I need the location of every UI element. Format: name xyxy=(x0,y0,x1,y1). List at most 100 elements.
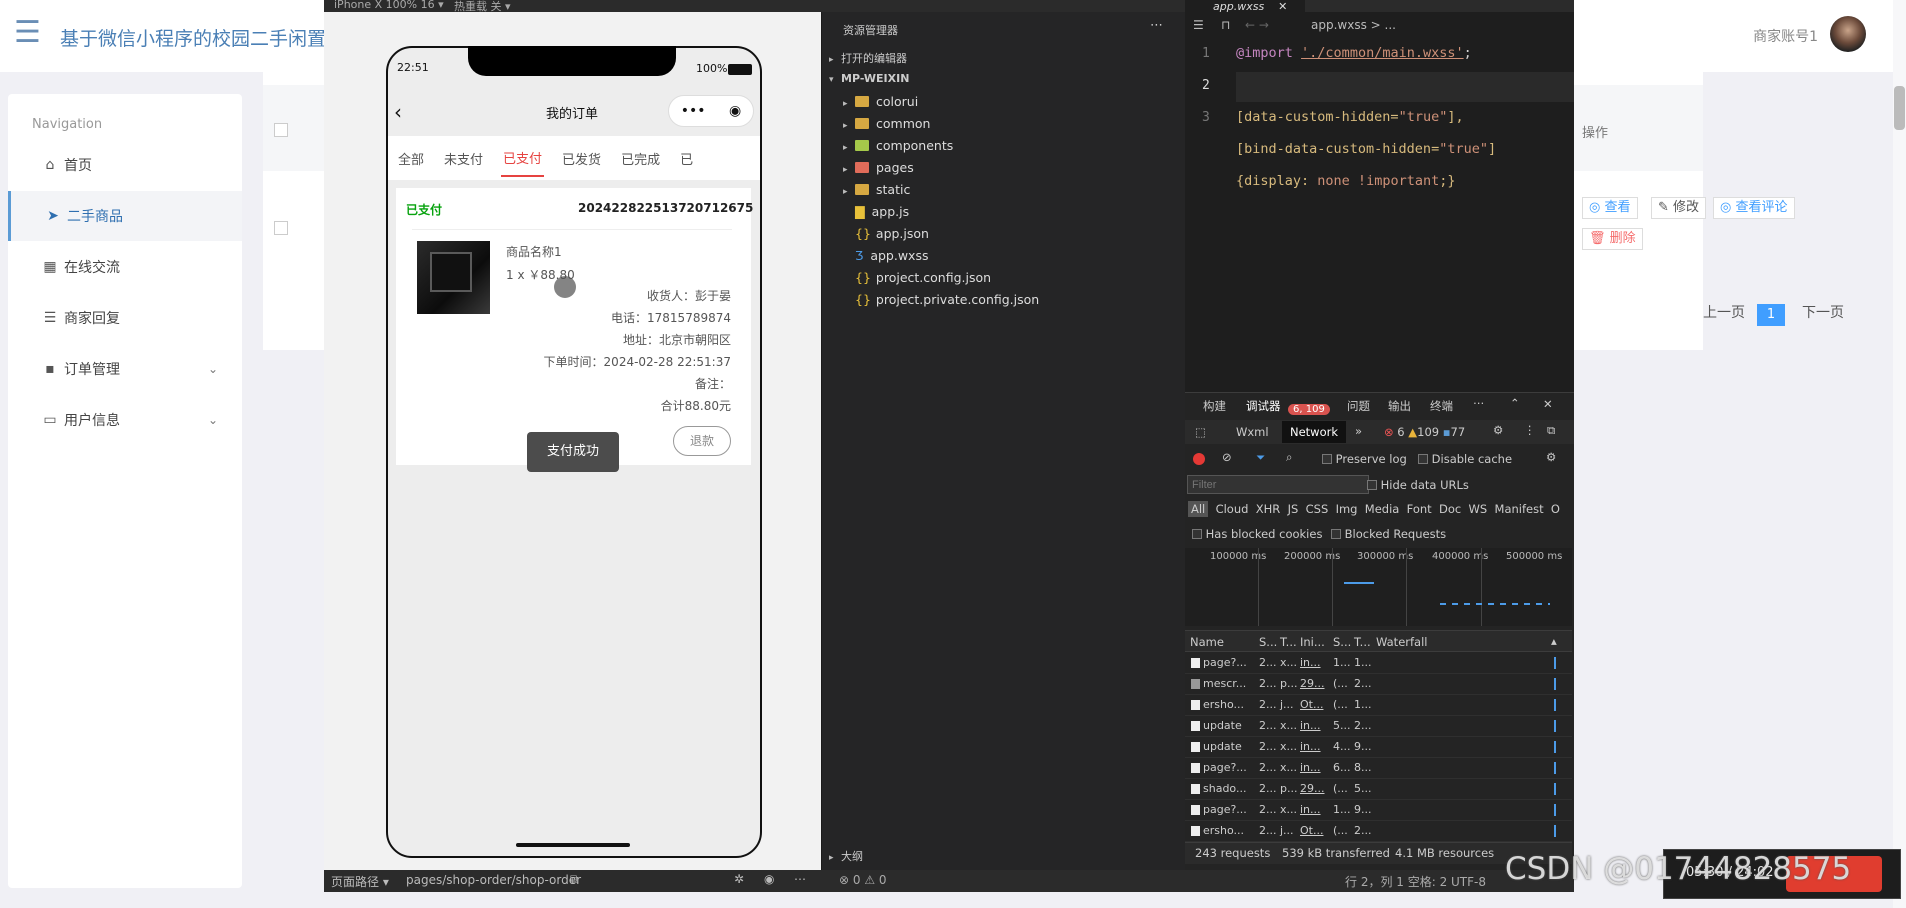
device-select[interactable]: iPhone X 100% 16 ▾ xyxy=(334,0,444,11)
delete-button[interactable]: 🗑 删除 xyxy=(1582,228,1643,250)
copy-icon[interactable]: ⧉ xyxy=(570,872,579,887)
eye-icon[interactable]: ◉ xyxy=(764,872,774,886)
type-manifest[interactable]: Manifest xyxy=(1495,502,1544,516)
sidebar-item-orders[interactable]: ▪ 订单管理 ⌄ xyxy=(8,344,242,394)
dock-icon[interactable]: ⧉ xyxy=(1547,423,1555,438)
project-section[interactable]: ▾ MP-WEIXIN xyxy=(829,72,909,85)
outline-section[interactable]: ▸ 大纲 xyxy=(829,848,863,864)
type-xhr[interactable]: XHR xyxy=(1256,502,1281,516)
avatar[interactable] xyxy=(1830,16,1866,52)
table-row[interactable]: mescr... 2... p... 29... (... 2... xyxy=(1185,674,1572,695)
capsule-menu[interactable]: ••• ◉ xyxy=(668,95,754,127)
col-name[interactable]: Name xyxy=(1190,635,1224,649)
select-all-checkbox[interactable] xyxy=(274,123,288,137)
type-img[interactable]: Img xyxy=(1336,502,1358,516)
page-scrollbar[interactable] xyxy=(1893,0,1906,908)
table-row[interactable]: page?... 2... x... in... 1... 1... xyxy=(1185,653,1572,674)
tab-shipped[interactable]: 已发货 xyxy=(560,141,603,176)
hide-data-urls-checkbox[interactable]: Hide data URLs xyxy=(1367,478,1469,492)
file-app-js[interactable]: ▇ app.js xyxy=(855,204,909,219)
filter-icon[interactable]: ⏷ xyxy=(1256,450,1265,465)
tab-all[interactable]: 全部 xyxy=(396,141,426,176)
folder-colorui[interactable]: ▸ colorui xyxy=(843,94,918,109)
table-row[interactable]: update 2... x... in... 4... 9... xyxy=(1185,737,1572,758)
bug-icon[interactable]: ✲ xyxy=(734,872,744,886)
type-doc[interactable]: Doc xyxy=(1439,502,1461,516)
table-row[interactable]: ersho... 2... j... Ot... (... 2... xyxy=(1185,821,1572,842)
col-type[interactable]: T... xyxy=(1280,635,1297,649)
disable-cache-checkbox[interactable]: Disable cache xyxy=(1418,452,1512,466)
file-app-wxss[interactable]: Ʒapp.wxss xyxy=(855,248,928,263)
type-ws[interactable]: WS xyxy=(1469,502,1488,516)
file-app-json[interactable]: {} app.json xyxy=(855,226,929,241)
cursor-position[interactable]: 行 2，列 1 空格: 2 UTF-8 xyxy=(1345,873,1486,890)
merchant-account[interactable]: 商家账号1 xyxy=(1753,26,1818,46)
blocked-requests-checkbox[interactable]: Blocked Requests xyxy=(1331,527,1446,541)
file-project-private-config[interactable]: {} project.private.config.json xyxy=(855,292,1039,307)
folder-pages[interactable]: ▸ pages xyxy=(843,160,914,175)
kebab-icon[interactable]: ⋮ xyxy=(1524,423,1536,437)
scrollbar-thumb[interactable] xyxy=(1894,86,1905,130)
col-size[interactable]: S... xyxy=(1333,635,1351,649)
more-icon[interactable]: ⋯ xyxy=(1473,396,1485,410)
code-editor[interactable] xyxy=(1185,12,1574,392)
edit-button[interactable]: ✎ 修改 xyxy=(1651,197,1707,219)
col-time[interactable]: T... xyxy=(1354,635,1371,649)
folder-static[interactable]: ▸ static xyxy=(843,182,910,197)
type-all[interactable]: All xyxy=(1188,501,1209,517)
chevron-up-icon[interactable]: ⌃ xyxy=(1510,396,1520,410)
page-1-button[interactable]: 1 xyxy=(1757,304,1785,326)
tab-issues[interactable]: 问题 xyxy=(1347,398,1370,414)
file-project-config[interactable]: {} project.config.json xyxy=(855,270,991,285)
more-icon[interactable]: ⋯ xyxy=(794,872,806,886)
tab-build[interactable]: 构建 xyxy=(1203,398,1226,414)
type-js[interactable]: JS xyxy=(1288,502,1299,516)
tab-completed[interactable]: 已完成 xyxy=(619,141,662,176)
tab-terminal[interactable]: 终端 xyxy=(1430,398,1453,414)
sidebar-item-home[interactable]: ⌂ 首页 xyxy=(8,140,242,190)
tab-more[interactable]: 已 xyxy=(678,141,695,176)
next-page-button[interactable]: 下一页 xyxy=(1802,302,1844,322)
gear-icon[interactable]: ⚙ xyxy=(1493,423,1503,437)
menu-icon[interactable]: ☰ xyxy=(14,18,44,48)
type-cloud[interactable]: Cloud xyxy=(1216,502,1249,516)
close-circle-icon[interactable]: ◉ xyxy=(729,103,741,119)
editor-tab[interactable]: app.wxss ✕ xyxy=(1185,0,1305,13)
tab-unpaid[interactable]: 未支付 xyxy=(442,141,485,176)
clear-icon[interactable]: ⊘ xyxy=(1222,450,1232,464)
tab-wxml[interactable]: Wxml xyxy=(1236,425,1269,439)
table-row[interactable]: shado... 2... p... 29... (... 5... xyxy=(1185,779,1572,800)
sidebar-item-goods[interactable]: ➤ 二手商品 xyxy=(8,191,242,241)
view-comments-button[interactable]: ◎ 查看评论 xyxy=(1713,197,1795,219)
table-row[interactable]: ersho... 2... j... Ot... (... 1... xyxy=(1185,695,1572,716)
more-tabs-icon[interactable]: » xyxy=(1355,424,1362,438)
tab-network[interactable]: Network xyxy=(1282,421,1347,443)
sort-asc-icon[interactable]: ▴ xyxy=(1551,634,1557,648)
prev-page-button[interactable]: 上一页 xyxy=(1703,302,1745,322)
row-checkbox[interactable] xyxy=(274,221,288,235)
folder-components[interactable]: ▸ components xyxy=(843,138,953,153)
filter-input[interactable] xyxy=(1187,475,1369,494)
sidebar-item-reply[interactable]: ☰ 商家回复 xyxy=(8,293,242,343)
preserve-log-checkbox[interactable]: Preserve log xyxy=(1322,452,1407,466)
gear-icon[interactable]: ⚙ xyxy=(1546,450,1556,464)
sidebar-item-chat[interactable]: ▦ 在线交流 xyxy=(8,242,242,292)
refund-button[interactable]: 退款 xyxy=(673,426,731,456)
tab-paid[interactable]: 已支付 xyxy=(501,140,545,177)
more-icon[interactable]: ⋯ xyxy=(1150,18,1163,33)
col-waterfall[interactable]: Waterfall xyxy=(1376,635,1427,649)
col-initiator[interactable]: Ini... xyxy=(1300,635,1325,649)
table-row[interactable]: page?... 2... x... in... 1... 9... xyxy=(1185,800,1572,821)
close-icon[interactable]: ✕ xyxy=(1543,397,1553,411)
tab-output[interactable]: 输出 xyxy=(1388,398,1411,414)
hot-reload-toggle[interactable]: 热重载 关 ▾ xyxy=(454,0,511,14)
table-row[interactable]: update 2... x... in... 5... 2... xyxy=(1185,716,1572,737)
search-icon[interactable]: ⌕ xyxy=(1286,450,1292,465)
type-font[interactable]: Font xyxy=(1407,502,1432,516)
more-icon[interactable]: ••• xyxy=(681,103,706,119)
table-row[interactable]: page?... 2... x... in... 6... 8... xyxy=(1185,758,1572,779)
tab-debugger[interactable]: 调试器 xyxy=(1246,398,1281,414)
problems-count[interactable]: ⊗ 0 ⚠ 0 xyxy=(839,873,887,887)
inspect-icon[interactable]: ⬚ xyxy=(1195,425,1206,439)
type-media[interactable]: Media xyxy=(1365,502,1400,516)
